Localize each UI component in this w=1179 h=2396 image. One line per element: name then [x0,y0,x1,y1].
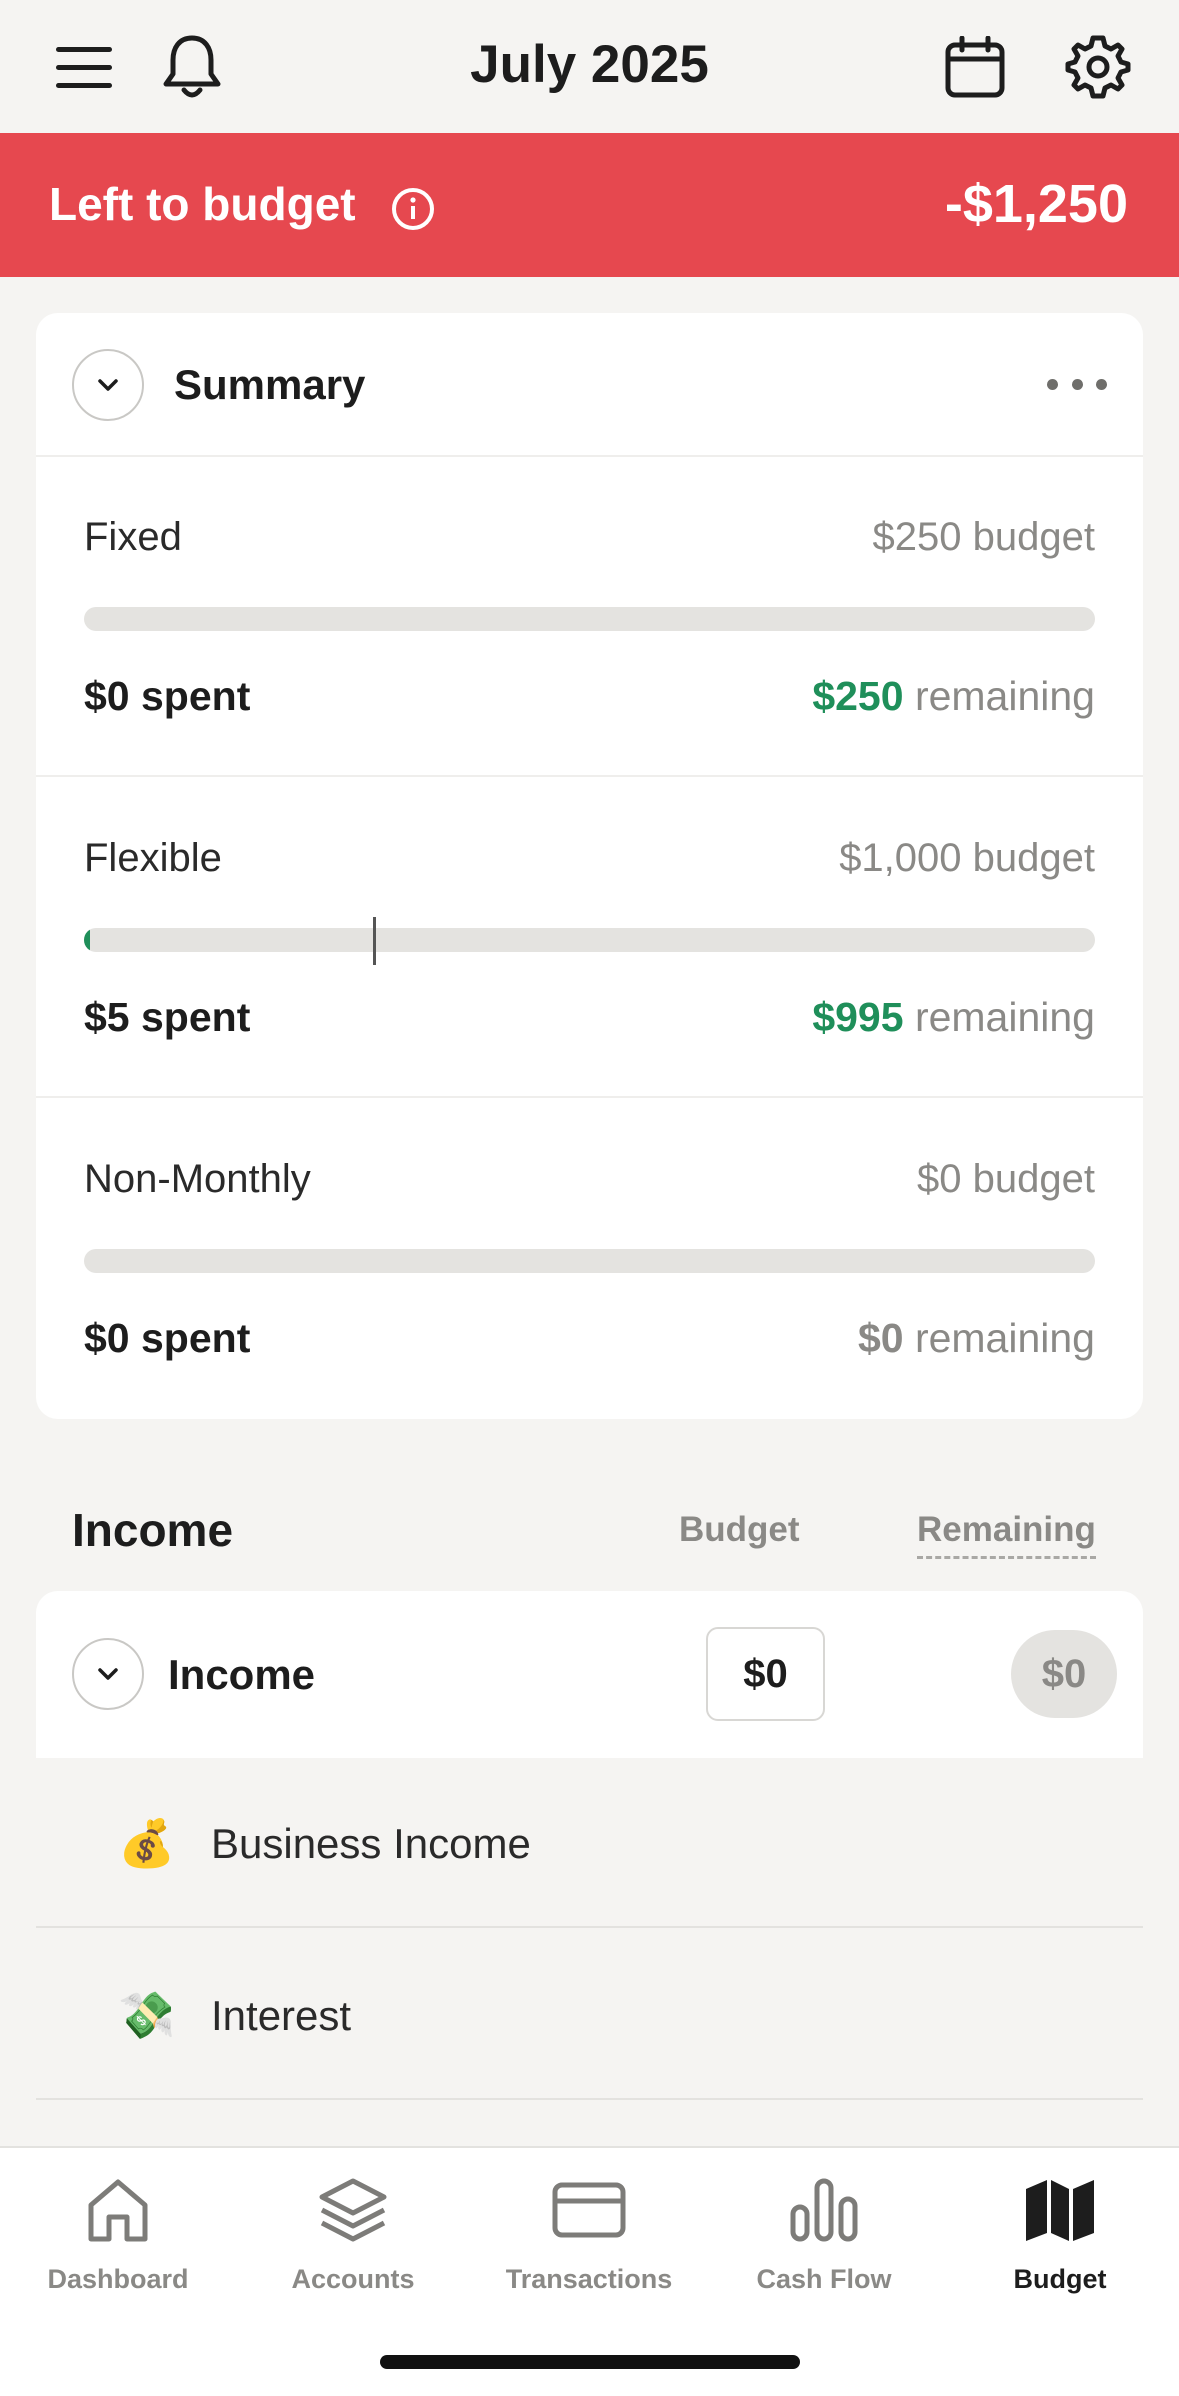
remaining-label: remaining [914,1315,1095,1361]
info-icon[interactable] [391,187,435,236]
remaining-amount: $250 [812,673,904,719]
progress-fill [84,928,90,952]
section-spent: $5 spent [84,994,251,1040]
progress-bar [84,928,1095,952]
left-to-budget-label: Left to budget [49,178,356,230]
section-remaining: $995 remaining [812,994,1095,1041]
income-budget-input[interactable]: $0 [706,1627,825,1721]
income-category-row[interactable]: 💰 Business Income [36,1758,1143,1928]
income-remaining-pill: $0 [1011,1630,1117,1718]
section-budget: $250 budget [872,515,1095,559]
nav-accounts[interactable]: Accounts [253,2170,453,2295]
summary-section-non-monthly[interactable]: Non-Monthly $0 budget $0 spent $0 remain… [36,1099,1143,1419]
summary-section-fixed[interactable]: Fixed $250 budget $0 spent $250 remainin… [36,457,1143,777]
category-label: Interest [211,1992,352,2039]
remaining-label: remaining [914,994,1095,1040]
section-spent: $0 spent [84,673,251,719]
collapse-income-button[interactable] [72,1638,144,1710]
left-to-budget-amount: -$1,250 [944,174,1128,234]
money-bag-icon: 💰 [118,1817,176,1869]
section-budget: $0 budget [917,1157,1095,1201]
summary-section-flexible[interactable]: Flexible $1,000 budget $5 spent $995 rem… [36,778,1143,1098]
home-indicator[interactable] [380,2355,800,2369]
nav-label: Transactions [505,2264,673,2294]
section-remaining: $250 remaining [812,673,1095,720]
left-to-budget-banner[interactable]: Left to budget -$1,250 [0,133,1179,277]
money-with-wings-icon: 💸 [118,1989,176,2041]
progress-bar [84,1249,1095,1273]
section-budget: $1,000 budget [839,836,1095,880]
section-spent: $0 spent [84,1315,251,1361]
top-header: July 2025 [0,0,1179,133]
income-group-row[interactable]: Income $0 $0 [36,1591,1143,1758]
income-category-row[interactable]: 💸 Interest [36,1930,1143,2100]
more-options-icon[interactable] [1047,369,1107,399]
nav-dashboard[interactable]: Dashboard [18,2170,218,2295]
budget-column-header: Budget [679,1510,800,1549]
section-remaining: $0 remaining [858,1315,1095,1362]
summary-title: Summary [174,361,366,408]
nav-label: Accounts [291,2264,415,2294]
nav-label: Budget [1013,2264,1107,2294]
nav-label: Dashboard [47,2264,189,2294]
income-group-title: Income [168,1651,316,1698]
chevron-down-icon [98,379,118,391]
credit-card-icon [489,2170,689,2250]
home-icon [18,2170,218,2250]
section-name: Flexible [84,836,222,880]
collapse-summary-button[interactable] [72,349,144,421]
remaining-label: remaining [914,673,1095,719]
remaining-column-header[interactable]: Remaining [917,1510,1096,1559]
section-name: Fixed [84,515,182,559]
summary-card: Summary Fixed $250 budget $0 spent $250 … [36,313,1143,1419]
gear-icon[interactable] [1061,30,1135,104]
calendar-icon[interactable] [938,30,1012,104]
category-label: Business Income [211,1820,531,1867]
nav-label: Cash Flow [756,2264,892,2294]
remaining-amount: $0 [857,1315,904,1361]
progress-bar [84,607,1095,631]
layers-icon [253,2170,453,2250]
summary-header[interactable]: Summary [36,313,1143,457]
chevron-down-icon [98,1668,118,1680]
month-progress-marker [373,917,376,965]
bar-chart-icon [724,2170,924,2250]
income-section-title: Income [72,1504,234,1556]
map-icon [960,2170,1160,2250]
nav-cash-flow[interactable]: Cash Flow [724,2170,924,2295]
remaining-amount: $995 [812,994,904,1040]
section-name: Non-Monthly [84,1157,311,1201]
nav-transactions[interactable]: Transactions [489,2170,689,2295]
nav-budget[interactable]: Budget [960,2170,1160,2295]
